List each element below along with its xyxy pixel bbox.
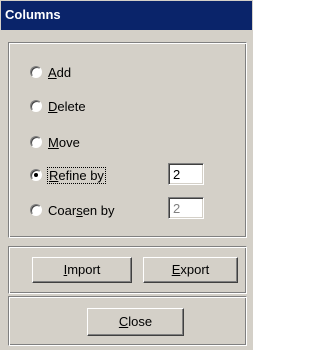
radio-delete-label[interactable]: Delete: [48, 99, 86, 114]
columns-dialog: Columns Add Delete Move Refine by 2 Coar…: [0, 0, 253, 350]
radio-add[interactable]: Add: [30, 63, 71, 81]
import-button[interactable]: Import: [32, 257, 132, 283]
export-button[interactable]: Export: [143, 257, 238, 283]
radio-refine-by-circle[interactable]: [30, 169, 42, 181]
coarsen-by-field: 2: [168, 197, 204, 219]
radio-delete[interactable]: Delete: [30, 97, 86, 115]
radio-add-label[interactable]: Add: [48, 65, 71, 80]
close-button[interactable]: Close: [87, 308, 184, 336]
title-bar[interactable]: Columns: [1, 1, 252, 30]
radio-refine-by[interactable]: Refine by: [30, 166, 106, 184]
radio-coarsen-by-circle[interactable]: [30, 204, 42, 216]
radio-coarsen-by-label[interactable]: Coarsen by: [48, 203, 115, 218]
radio-refine-by-label[interactable]: Refine by: [47, 166, 106, 184]
radio-delete-circle[interactable]: [30, 100, 42, 112]
radio-move[interactable]: Move: [30, 133, 80, 151]
radio-move-circle[interactable]: [30, 136, 42, 148]
radio-add-circle[interactable]: [30, 66, 42, 78]
refine-by-field[interactable]: 2: [168, 163, 204, 185]
radio-move-label[interactable]: Move: [48, 135, 80, 150]
radio-coarsen-by[interactable]: Coarsen by: [30, 201, 115, 219]
dialog-title: Columns: [5, 7, 61, 22]
